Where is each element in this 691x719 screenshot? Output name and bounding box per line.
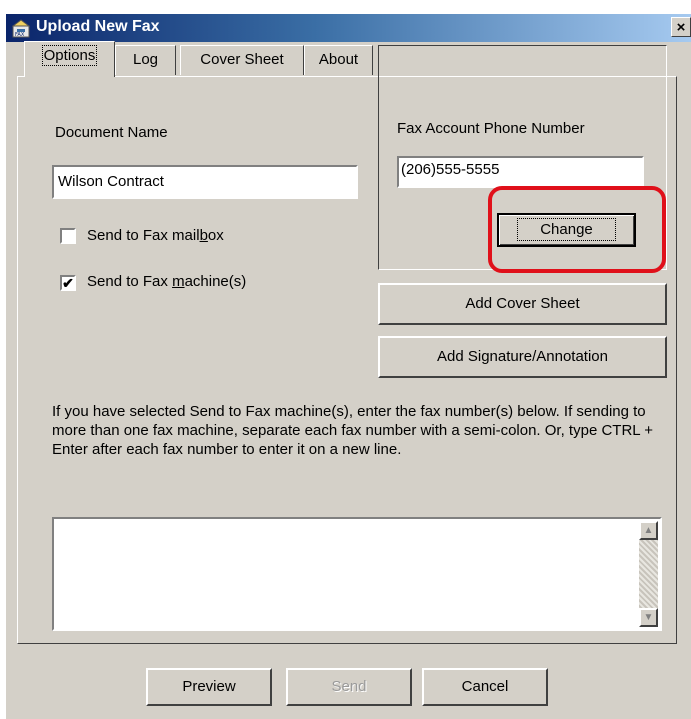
add-cover-sheet-label: Add Cover Sheet — [465, 295, 580, 312]
fax-account-value: (206)555-5555 — [401, 161, 500, 178]
tab-cover-sheet-label: Cover Sheet — [200, 51, 284, 68]
send-label: Send — [331, 678, 367, 695]
preview-label: Preview — [182, 678, 236, 695]
tab-options[interactable]: Options — [24, 41, 115, 77]
change-button-label: Change — [517, 218, 616, 241]
tab-options-label: Options — [41, 45, 98, 66]
fax-account-field: (206)555-5555 — [397, 156, 644, 188]
add-signature-button[interactable]: Add Signature/Annotation — [378, 336, 667, 378]
scroll-down-icon: ▼ — [643, 612, 654, 623]
document-name-value: Wilson Contract — [58, 173, 164, 190]
vertical-scrollbar[interactable]: ▲ ▼ — [639, 521, 658, 627]
instructions-text: If you have selected Send to Fax machine… — [52, 403, 653, 458]
tab-log[interactable]: Log — [115, 45, 176, 75]
add-signature-label: Add Signature/Annotation — [437, 348, 608, 365]
preview-button[interactable]: Preview — [146, 668, 272, 706]
add-cover-sheet-button[interactable]: Add Cover Sheet — [378, 283, 667, 325]
tab-about[interactable]: About — [304, 45, 373, 75]
cancel-label: Cancel — [461, 678, 509, 695]
fax-account-label: Fax Account Phone Number — [397, 120, 585, 137]
change-button[interactable]: Change — [497, 213, 636, 247]
cancel-button[interactable]: Cancel — [422, 668, 548, 706]
scroll-up-icon: ▲ — [643, 525, 654, 536]
send-to-mailbox-checkbox[interactable] — [60, 228, 76, 244]
title-bar[interactable]: FAX Upload New Fax × — [6, 14, 691, 42]
scroll-up-button[interactable]: ▲ — [639, 521, 658, 540]
fax-app-icon: FAX — [12, 19, 30, 38]
fax-numbers-textarea[interactable]: ▲ ▼ — [52, 517, 662, 631]
close-icon: × — [676, 19, 686, 36]
tab-about-label: About — [318, 51, 359, 68]
send-to-machine-label[interactable]: Send to Fax machine(s) — [87, 273, 246, 290]
send-to-mailbox-label[interactable]: Send to Fax mailbox — [87, 227, 224, 244]
svg-text:FAX: FAX — [15, 32, 25, 38]
send-to-machine-checkbox[interactable]: ✔ — [60, 275, 76, 291]
window-title: Upload New Fax — [36, 18, 160, 35]
checkmark-icon: ✔ — [62, 275, 74, 291]
close-button[interactable]: × — [671, 17, 691, 37]
document-name-label: Document Name — [55, 124, 168, 141]
tab-cover-sheet[interactable]: Cover Sheet — [180, 45, 304, 75]
document-name-input[interactable]: Wilson Contract — [52, 165, 358, 199]
scroll-down-button[interactable]: ▼ — [639, 608, 658, 627]
tab-log-label: Log — [132, 51, 159, 68]
send-button[interactable]: Send — [286, 668, 412, 706]
